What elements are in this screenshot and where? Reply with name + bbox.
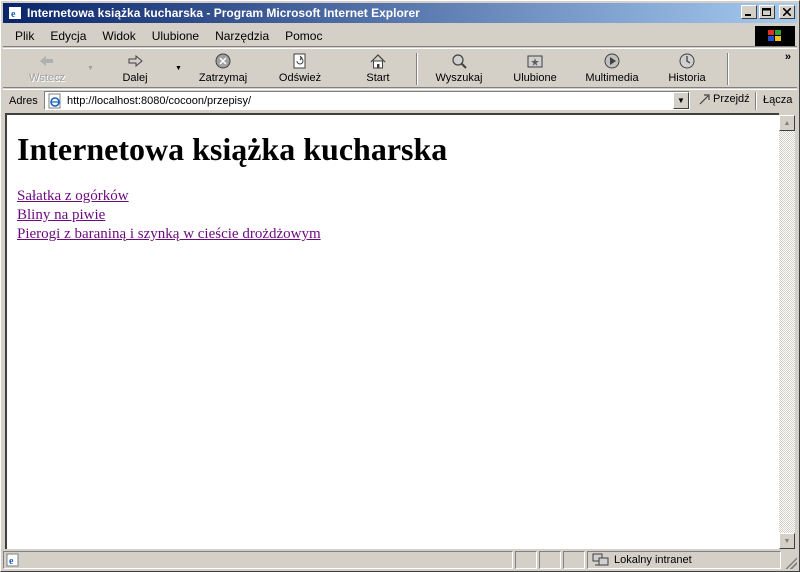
title-bar[interactable]: e Internetowa książka kucharska - Progra… — [3, 3, 797, 23]
menu-edit[interactable]: Edycja — [42, 29, 94, 43]
menu-file[interactable]: Plik — [3, 29, 42, 43]
forward-button[interactable]: Dalej — [115, 52, 155, 86]
back-button[interactable]: Wstecz — [25, 52, 69, 86]
minimize-button[interactable] — [741, 5, 757, 19]
security-zone-panel: Lokalny intranet — [587, 551, 781, 569]
standard-toolbar: Wstecz ▼ Dalej ▼ Zatrzymaj Odśwież Start… — [3, 48, 797, 88]
stop-button[interactable]: Zatrzymaj — [196, 52, 250, 86]
menu-tools[interactable]: Narzędzia — [207, 29, 277, 43]
toolbar-separator — [416, 53, 418, 85]
status-panel — [563, 551, 585, 569]
media-button[interactable]: Multimedia — [585, 52, 639, 86]
menu-help[interactable]: Pomoc — [277, 29, 330, 43]
page-heading: Internetowa książka kucharska — [17, 131, 448, 167]
browser-window: e Internetowa książka kucharska - Progra… — [0, 0, 800, 572]
search-icon — [451, 52, 467, 70]
address-bar: Adres http://localhost:8080/cocoon/przep… — [3, 89, 797, 111]
status-panel — [539, 551, 561, 569]
address-separator — [755, 92, 757, 110]
home-icon — [370, 52, 386, 70]
recipe-link[interactable]: Sałatka z ogórków — [17, 187, 321, 206]
stop-icon — [215, 52, 231, 70]
links-button[interactable]: Łącza — [763, 94, 792, 106]
go-button[interactable]: Przejdź — [699, 93, 750, 105]
menu-favorites[interactable]: Ulubione — [144, 29, 207, 43]
scroll-up-button[interactable]: ▲ — [779, 115, 795, 131]
address-url: http://localhost:8080/cocoon/przepisy/ — [67, 94, 252, 107]
windows-logo-icon — [755, 26, 795, 46]
forward-dropdown-icon[interactable]: ▼ — [175, 65, 182, 72]
refresh-icon — [293, 52, 307, 70]
search-button[interactable]: Wyszukaj — [433, 52, 485, 86]
recipe-link[interactable]: Bliny na piwie — [17, 206, 321, 225]
vertical-scrollbar[interactable]: ▲ ▼ — [779, 115, 795, 549]
toolbar-separator — [727, 53, 729, 85]
home-button[interactable]: Start — [363, 52, 393, 86]
address-label: Adres — [9, 94, 38, 107]
minimize-icon — [745, 14, 751, 16]
history-icon — [679, 52, 695, 70]
svg-text:e: e — [11, 9, 16, 20]
menu-view[interactable]: Widok — [94, 29, 143, 43]
intranet-icon — [592, 553, 609, 566]
recipe-link[interactable]: Pierogi z baraniną i szynką w cieście dr… — [17, 225, 321, 244]
forward-arrow-icon — [127, 52, 143, 70]
back-dropdown-icon[interactable]: ▼ — [87, 65, 94, 72]
window-title: Internetowa książka kucharska - Program … — [27, 6, 420, 20]
address-dropdown-button[interactable]: ▼ — [673, 92, 689, 109]
menu-bar: Plik Edycja Widok Ulubione Narzędzia Pom… — [3, 25, 797, 47]
ie-page-icon — [48, 93, 61, 108]
maximize-icon — [762, 7, 771, 16]
status-panel — [515, 551, 537, 569]
address-input[interactable]: http://localhost:8080/cocoon/przepisy/ ▼ — [44, 91, 690, 110]
svg-text:e: e — [9, 556, 14, 567]
favorites-icon — [527, 52, 543, 70]
status-bar: e Lokalny intranet — [3, 551, 797, 569]
refresh-button[interactable]: Odśwież — [277, 52, 323, 86]
maximize-button[interactable] — [759, 5, 775, 19]
recipe-list: Sałatka z ogórków Bliny na piwie Pierogi… — [17, 187, 321, 244]
back-arrow-icon — [39, 52, 55, 70]
history-button[interactable]: Historia — [667, 52, 707, 86]
page-content: Internetowa książka kucharska Sałatka z … — [5, 113, 779, 549]
status-text-panel: e — [3, 551, 513, 569]
toolbar-chevron-icon[interactable]: » — [785, 51, 791, 63]
close-icon — [783, 8, 791, 16]
scroll-down-button[interactable]: ▼ — [779, 533, 795, 549]
media-icon — [604, 52, 620, 70]
favorites-button[interactable]: Ulubione — [511, 52, 559, 86]
close-button[interactable] — [779, 5, 795, 19]
ie-icon: e — [7, 5, 23, 21]
ie-status-icon: e — [6, 553, 19, 567]
resize-grip-icon[interactable] — [785, 557, 797, 569]
go-arrow-icon — [699, 94, 710, 105]
